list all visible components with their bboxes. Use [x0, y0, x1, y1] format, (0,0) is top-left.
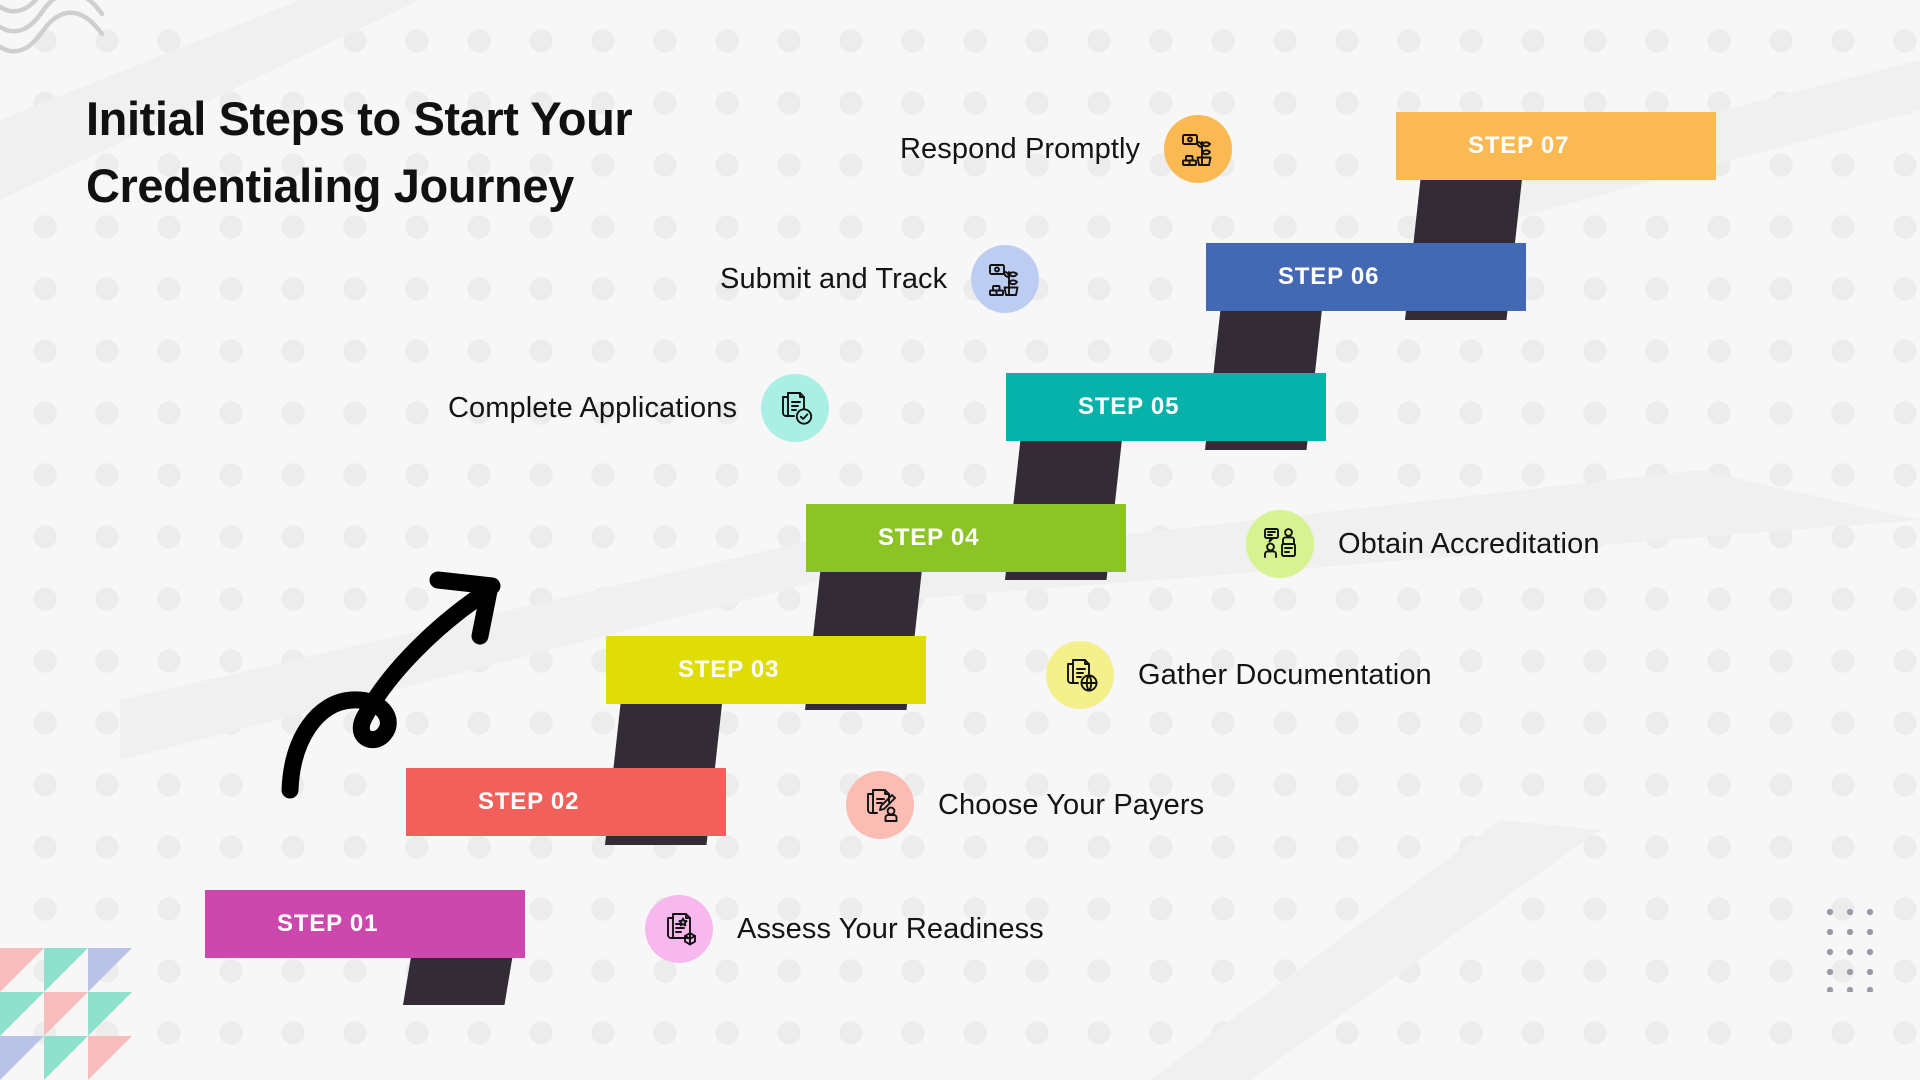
- item-label: Obtain Accreditation: [1338, 527, 1600, 560]
- plant-growth-money-icon: [971, 245, 1040, 313]
- step-block-5-label: STEP 05: [1078, 393, 1180, 420]
- step-block-6-label: STEP 06: [1278, 263, 1380, 290]
- item-submit-and-track[interactable]: Submit and Track: [720, 245, 1040, 313]
- item-label: Complete Applications: [448, 391, 738, 424]
- document-check-icon: [761, 374, 830, 442]
- step-block-3-label: STEP 03: [678, 656, 780, 683]
- item-obtain-accreditation[interactable]: Obtain Accreditation: [1246, 510, 1600, 578]
- item-choose-your-payers[interactable]: Choose Your Payers: [846, 771, 1204, 839]
- plant-growth-money-icon: [1164, 115, 1233, 183]
- document-pen-person-icon: [846, 771, 914, 839]
- item-complete-applications[interactable]: Complete Applications: [448, 374, 830, 442]
- item-label: Assess Your Readiness: [737, 912, 1044, 945]
- step-block-6[interactable]: STEP 06: [1206, 243, 1526, 311]
- item-respond-promptly[interactable]: Respond Promptly: [900, 115, 1233, 183]
- item-label: Submit and Track: [720, 262, 948, 295]
- step-block-4-label: STEP 04: [878, 524, 980, 551]
- step-block-1-label: STEP 01: [277, 910, 379, 937]
- document-star-cube-icon: [645, 895, 713, 963]
- step-block-3[interactable]: STEP 03: [606, 636, 926, 704]
- item-label: Respond Promptly: [900, 132, 1141, 165]
- item-label: Gather Documentation: [1138, 658, 1432, 691]
- step-block-1[interactable]: STEP 01: [205, 890, 525, 958]
- document-globe-icon: [1046, 641, 1114, 709]
- item-assess-your-readiness[interactable]: Assess Your Readiness: [645, 895, 1044, 963]
- step-block-7[interactable]: STEP 07: [1396, 112, 1716, 180]
- item-label: Choose Your Payers: [938, 788, 1205, 821]
- curved-upward-arrow-icon: [281, 571, 501, 799]
- item-gather-documentation[interactable]: Gather Documentation: [1046, 641, 1432, 709]
- step-block-7-label: STEP 07: [1468, 132, 1570, 159]
- people-network-icon: [1246, 510, 1314, 578]
- step-block-5[interactable]: STEP 05: [1006, 373, 1326, 441]
- step-block-4[interactable]: STEP 04: [806, 504, 1126, 572]
